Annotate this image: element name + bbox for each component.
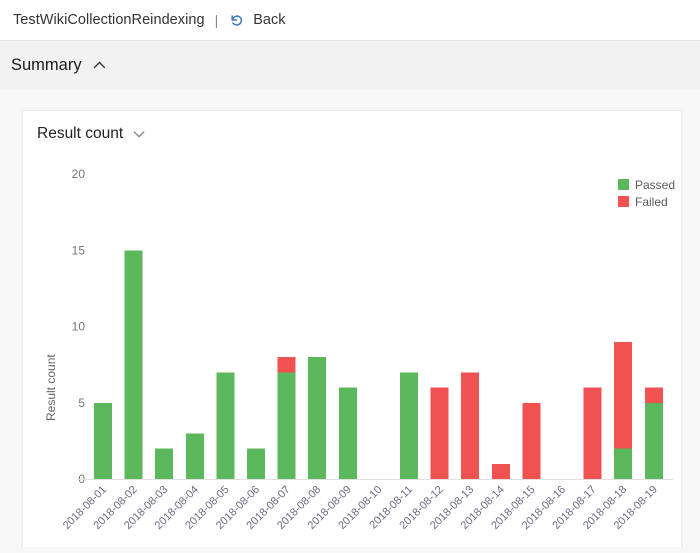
y-axis-tick-label: 15 [72,243,86,257]
bar-failed[interactable] [491,463,510,479]
y-axis-tick-label: 20 [72,167,86,181]
bar-passed[interactable] [185,433,204,479]
back-button[interactable]: Back [227,11,285,30]
bar-passed[interactable] [338,387,357,480]
y-axis-tick-label: 5 [78,396,85,410]
bar-failed[interactable] [522,402,541,479]
back-label: Back [253,12,286,28]
y-axis-tick-labels: 05101520 [72,167,86,486]
x-axis-tick-labels: 2018-08-012018-08-022018-08-032018-08-04… [61,484,660,532]
chart-legend: Passed Failed [618,178,675,209]
bar-passed[interactable] [308,357,327,479]
bar-failed[interactable] [277,357,296,373]
bar-passed[interactable] [400,372,418,479]
bar-passed[interactable] [155,448,174,480]
bars-group [94,250,663,479]
bar-failed[interactable] [644,387,663,403]
y-axis-title: Result count [44,354,58,421]
bar-passed[interactable] [216,372,235,479]
bar-passed[interactable] [644,402,663,479]
bar-passed[interactable] [124,250,143,479]
summary-section-header[interactable]: Summary [0,41,700,90]
run-title: TestWikiCollectionReindexing [13,12,205,28]
chevron-up-icon[interactable] [91,57,108,74]
summary-card: Result count 05101520 Result count 2018-… [22,110,682,547]
top-bar: TestWikiCollectionReindexing | Back [0,0,700,41]
title-separator: | [214,12,219,28]
legend-label: Passed [635,178,675,192]
bar-failed[interactable] [614,341,633,449]
bar-passed[interactable] [94,402,112,479]
bar-failed[interactable] [461,372,480,479]
bar-passed[interactable] [614,448,633,480]
legend-swatch [618,179,629,190]
y-axis-tick-label: 10 [72,320,86,334]
result-count-bar-chart: 05101520 Result count 2018-08-012018-08-… [23,111,683,548]
bar-failed[interactable] [583,387,602,480]
legend-swatch [618,196,629,207]
bar-passed[interactable] [277,372,296,479]
chart-canvas: 05101520 Result count 2018-08-012018-08-… [44,167,675,532]
summary-label: Summary [11,56,82,74]
legend-label: Failed [635,195,668,209]
undo-arrow-icon [227,11,246,30]
bar-passed[interactable] [247,448,265,480]
bar-failed[interactable] [430,387,449,480]
